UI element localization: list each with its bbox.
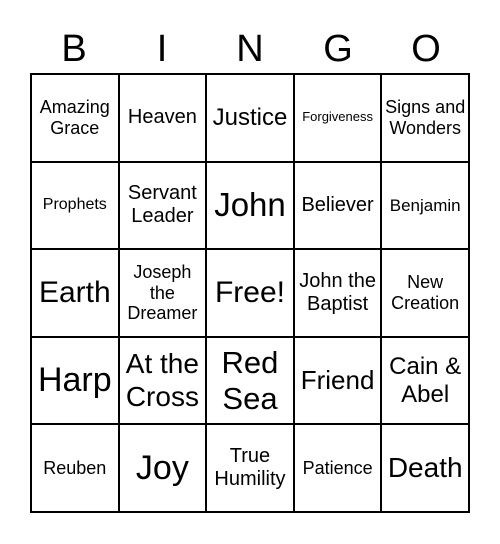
bingo-cell[interactable]: Free! — [206, 249, 294, 337]
bingo-cell[interactable]: Red Sea — [206, 336, 294, 425]
bingo-cell[interactable]: Friend — [293, 336, 382, 425]
bingo-cell[interactable]: Harp — [31, 336, 119, 425]
header-letter-o: O — [411, 28, 441, 70]
bingo-cell[interactable]: Prophets — [31, 161, 119, 250]
bingo-cell[interactable]: True Humility — [206, 424, 294, 512]
header-letter-g: G — [323, 28, 353, 70]
header-letter-n: N — [236, 28, 264, 70]
header-letter-b: B — [61, 28, 87, 70]
bingo-cell[interactable]: Believer — [293, 161, 382, 250]
bingo-cell[interactable]: Earth — [31, 249, 119, 337]
bingo-cell[interactable]: Reuben — [31, 424, 119, 512]
bingo-cell[interactable]: John the Baptist — [293, 249, 382, 337]
bingo-cell[interactable]: Heaven — [118, 74, 207, 162]
bingo-grid: Amazing Grace Heaven Justice Forgiveness Sig… — [30, 73, 470, 513]
bingo-cell[interactable]: Signs and Wonders — [381, 74, 469, 162]
bingo-cell[interactable]: Joy — [118, 424, 207, 512]
bingo-header: B I N G O — [30, 26, 470, 72]
bingo-cell[interactable]: Death — [381, 424, 469, 512]
bingo-cell[interactable]: Joseph the Dreamer — [118, 249, 207, 337]
bingo-cell[interactable]: Cain & Abel — [381, 336, 469, 425]
bingo-cell[interactable]: Patience — [293, 424, 382, 512]
bingo-cell[interactable]: Benjamin — [381, 161, 469, 250]
bingo-cell[interactable]: New Creation — [381, 249, 469, 337]
bingo-cell[interactable]: Justice — [206, 74, 294, 162]
bingo-cell[interactable]: Servant Leader — [118, 161, 207, 250]
bingo-cell[interactable]: John — [206, 161, 294, 250]
bingo-cell[interactable]: Amazing Grace — [31, 74, 119, 162]
bingo-cell[interactable]: At the Cross — [118, 336, 207, 425]
bingo-cell[interactable]: Forgiveness — [293, 74, 382, 162]
header-letter-i: I — [156, 28, 168, 70]
